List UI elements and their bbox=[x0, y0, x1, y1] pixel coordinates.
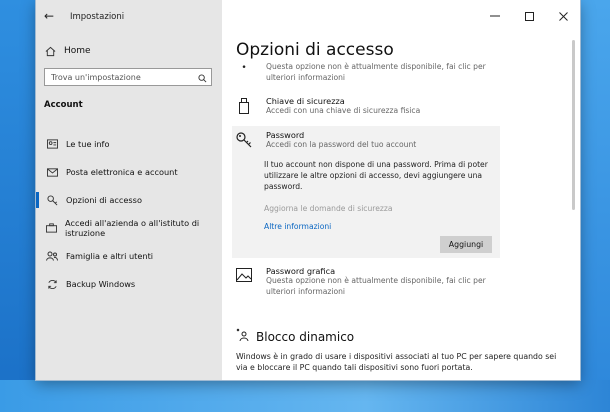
sidebar-item-label: Accedi all'azienda o all'istituto di ist… bbox=[65, 218, 200, 238]
window-controls bbox=[478, 0, 580, 32]
bullet-icon: • bbox=[241, 63, 247, 73]
option-desc: Accedi con una chiave di sicurezza fisic… bbox=[266, 106, 421, 115]
briefcase-icon bbox=[46, 222, 57, 234]
sidebar-item-label: Le tue info bbox=[66, 139, 110, 149]
back-arrow-icon[interactable]: ← bbox=[44, 9, 54, 23]
option-title: Chiave di sicurezza bbox=[266, 96, 345, 106]
search-icon[interactable] bbox=[198, 68, 207, 87]
desktop-background bbox=[0, 0, 36, 412]
sidebar-nav: Le tue info Posta elettronica e account … bbox=[36, 130, 222, 298]
update-security-questions-link: Aggiorna le domande di sicurezza bbox=[264, 204, 393, 213]
option-desc-2: ulteriori informazioni bbox=[266, 286, 346, 296]
option-desc: Questa opzione non è attualmente disponi… bbox=[266, 62, 486, 71]
dynamic-lock-text: Windows è in grado di usare i dispositiv… bbox=[236, 352, 557, 372]
main-content: Opzioni di accesso • Questa opzione non … bbox=[222, 0, 580, 380]
sidebar-item-posta[interactable]: Posta elettronica e account bbox=[36, 158, 222, 186]
option-security-key[interactable]: Chiave di sicurezza Accedi con una chiav… bbox=[236, 96, 502, 117]
sidebar-item-azienda[interactable]: Accedi all'azienda o all'istituto di ist… bbox=[36, 214, 222, 242]
password-info-text: Il tuo account non dispone di una passwo… bbox=[264, 160, 488, 191]
option-desc-2: ulteriori informazioni bbox=[266, 72, 346, 82]
key-icon bbox=[236, 130, 252, 151]
settings-window: ← Impostazioni Home Account Le tue info bbox=[36, 0, 580, 380]
option-desc: Accedi con la password del tuo account bbox=[266, 140, 417, 149]
add-password-button[interactable]: Aggiungi bbox=[440, 236, 492, 253]
dynamic-lock-title: Blocco dinamico bbox=[256, 329, 355, 344]
usb-key-icon bbox=[236, 96, 252, 117]
sidebar-item-backup[interactable]: Backup Windows bbox=[36, 270, 222, 298]
option-password[interactable]: Password Accedi con la password del tuo … bbox=[236, 130, 502, 151]
sidebar-item-label: Famiglia e altri utenti bbox=[66, 251, 154, 261]
sidebar-item-opzioni-accesso[interactable]: Opzioni di accesso bbox=[36, 186, 222, 214]
partial-option: • Questa opzione non è attualmente dispo… bbox=[236, 62, 502, 83]
minimize-button[interactable] bbox=[478, 0, 512, 32]
person-card-icon bbox=[46, 138, 58, 150]
home-label: Home bbox=[64, 46, 91, 56]
picture-icon bbox=[236, 266, 252, 297]
option-title: Password bbox=[266, 130, 305, 140]
option-desc: Questa opzione non è attualmente disponi… bbox=[266, 276, 486, 285]
sidebar-item-label: Opzioni di accesso bbox=[66, 195, 142, 205]
titlebar: ← Impostazioni bbox=[36, 0, 222, 32]
key-icon bbox=[46, 194, 58, 206]
option-title: Password grafica bbox=[266, 266, 336, 276]
sidebar: ← Impostazioni Home Account Le tue info bbox=[36, 0, 222, 380]
search-box[interactable] bbox=[44, 68, 212, 86]
people-icon bbox=[46, 250, 58, 262]
maximize-button[interactable] bbox=[512, 0, 546, 32]
mail-icon bbox=[46, 166, 58, 178]
search-input[interactable] bbox=[49, 71, 193, 83]
home-link[interactable]: Home bbox=[44, 45, 91, 57]
more-info-link[interactable]: Altre informazioni bbox=[264, 222, 331, 231]
option-picture-password[interactable]: Password grafica Questa opzione non è at… bbox=[236, 266, 502, 297]
section-title: Account bbox=[44, 100, 83, 110]
dynamic-lock-header: Blocco dinamico bbox=[236, 327, 354, 346]
dynamic-lock-icon bbox=[236, 327, 250, 346]
sidebar-item-label: Backup Windows bbox=[66, 279, 136, 289]
home-icon bbox=[44, 45, 56, 57]
app-title: Impostazioni bbox=[70, 12, 125, 22]
sidebar-item-le-tue-info[interactable]: Le tue info bbox=[36, 130, 222, 158]
sidebar-item-famiglia[interactable]: Famiglia e altri utenti bbox=[36, 242, 222, 270]
page-title: Opzioni di accesso bbox=[236, 40, 394, 60]
sync-icon bbox=[46, 278, 58, 290]
close-button[interactable] bbox=[546, 0, 580, 32]
desktop-background-right bbox=[580, 0, 610, 412]
scrollbar[interactable] bbox=[572, 40, 575, 210]
sidebar-item-label: Posta elettronica e account bbox=[66, 167, 178, 177]
password-panel: Password Accedi con la password del tuo … bbox=[232, 126, 500, 258]
desktop-background-bottom bbox=[0, 380, 610, 412]
